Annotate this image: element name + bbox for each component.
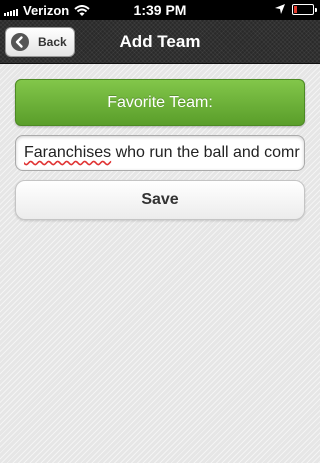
save-button[interactable]: Save [15, 180, 305, 220]
misspelled-word: Faranchises [24, 144, 112, 161]
page-title: Add Team [119, 32, 201, 51]
battery-icon [292, 3, 317, 15]
status-time: 1:39 PM [133, 2, 187, 18]
team-input[interactable]: Faranchises who run the ball and comr [15, 135, 305, 171]
favorite-team-header: Favorite Team: [15, 79, 305, 126]
navigation-bar: Back Add Team [0, 20, 320, 64]
input-text: who run the ball and comr [111, 144, 300, 161]
status-right [274, 3, 317, 15]
location-arrow-icon [275, 4, 285, 14]
battery-level [294, 5, 297, 13]
status-bar: Verizon 1:39 PM [0, 0, 320, 20]
